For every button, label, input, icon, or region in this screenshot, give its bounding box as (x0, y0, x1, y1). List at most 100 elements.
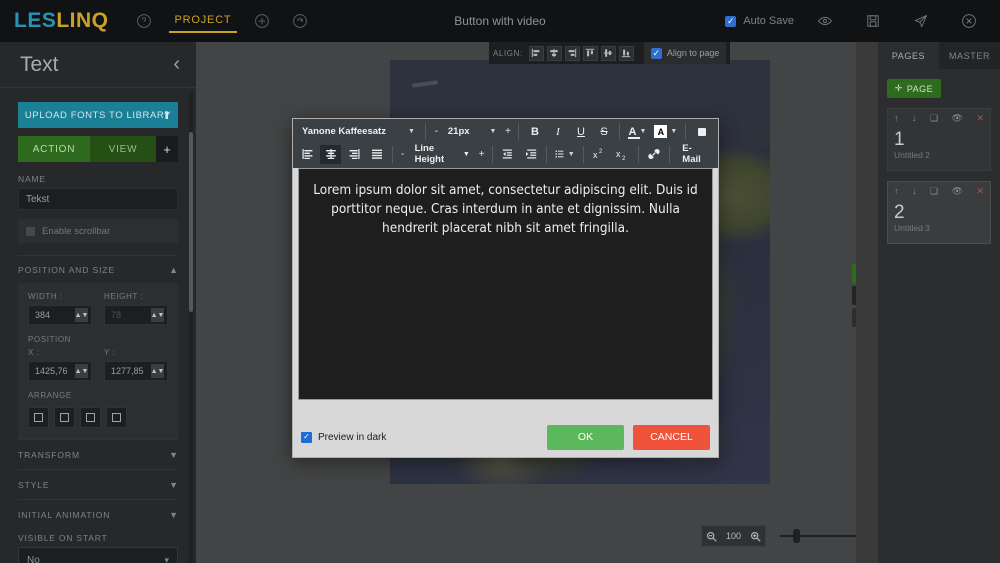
bullet-list-button[interactable]: ▼ (552, 145, 577, 164)
indent-decrease-button[interactable] (497, 145, 518, 164)
preview-in-dark-checkbox[interactable]: ✓ (301, 431, 312, 443)
bold-button[interactable]: B (524, 122, 545, 141)
move-up-icon[interactable]: ↑ (894, 114, 899, 123)
duplicate-icon[interactable]: ❏ (930, 187, 938, 196)
indent-increase-button[interactable] (520, 145, 541, 164)
enable-scrollbar-toggle[interactable]: Enable scrollbar (18, 219, 178, 243)
style-section-header[interactable]: STYLE ▼ (18, 469, 178, 499)
align-center-vertical-icon[interactable] (600, 45, 616, 61)
enable-scrollbar-checkbox[interactable] (26, 226, 35, 236)
align-left-icon[interactable] (528, 45, 544, 61)
line-height-decrease-button[interactable]: - (398, 149, 408, 160)
subscript-button[interactable]: x2 (612, 145, 633, 164)
ok-button[interactable]: OK (547, 424, 624, 450)
font-size-select[interactable]: 21px ▼ (445, 126, 500, 137)
visibility-icon[interactable]: 👁 (952, 187, 963, 196)
close-icon[interactable] (952, 4, 986, 38)
y-stepper-icon[interactable]: ▲▼ (151, 364, 164, 378)
send-backward-icon[interactable] (80, 407, 101, 428)
underline-button[interactable]: U (570, 122, 591, 141)
refresh-icon[interactable] (283, 4, 317, 38)
move-down-icon[interactable]: ↓ (912, 187, 917, 196)
bring-to-front-icon[interactable] (28, 407, 49, 428)
duplicate-icon[interactable]: ❏ (930, 114, 938, 123)
font-size-decrease-button[interactable]: - (431, 126, 442, 137)
visibility-icon[interactable]: 👁 (952, 114, 963, 123)
align-bottom-icon[interactable] (618, 45, 634, 61)
initial-animation-section-header[interactable]: INITIAL ANIMATION ▼ (18, 499, 178, 529)
add-icon[interactable] (245, 4, 279, 38)
position-y-input[interactable]: 1277,85 ▲▼ (104, 361, 168, 381)
name-input[interactable]: Tekst (18, 188, 178, 210)
transform-section-header[interactable]: TRANSFORM ▼ (18, 439, 178, 469)
email-button[interactable]: E-Mail (675, 143, 714, 165)
align-center-button[interactable] (320, 144, 341, 164)
line-height-increase-button[interactable]: + (477, 149, 487, 160)
page-card[interactable]: ↑ ↓ ❏ 👁 ✕ 1 Untitled 2 (887, 108, 991, 171)
superscript-button[interactable]: x2 (589, 145, 610, 164)
auto-save-checkbox[interactable]: ✓ (725, 15, 737, 27)
auto-save-toggle[interactable]: ✓ Auto Save (725, 15, 794, 27)
width-input[interactable]: 384 ▲▼ (28, 305, 92, 325)
clear-format-icon[interactable] (691, 122, 712, 141)
highlight-color-button[interactable]: A ▼ (651, 122, 680, 141)
x-stepper-icon[interactable]: ▲▼ (75, 364, 88, 378)
align-to-page-checkbox[interactable]: ✓ (650, 47, 662, 59)
app-logo[interactable]: LESLINQ (14, 9, 109, 33)
tab-pages[interactable]: PAGES (878, 42, 939, 69)
help-icon[interactable] (127, 4, 161, 38)
zoom-slider-handle[interactable] (793, 529, 801, 543)
action-button[interactable]: ACTION (18, 136, 90, 162)
zoom-out-icon[interactable] (702, 526, 721, 546)
align-left-button[interactable] (297, 145, 318, 164)
delete-icon[interactable]: ✕ (976, 114, 984, 123)
preview-in-dark-toggle[interactable]: ✓ Preview in dark (301, 431, 386, 443)
strikethrough-button[interactable]: S (593, 122, 614, 141)
svg-text:x: x (593, 150, 598, 160)
delete-icon[interactable]: ✕ (976, 187, 984, 196)
collapse-panel-icon[interactable]: ‹ (173, 53, 180, 76)
height-input[interactable]: 78 ▲▼ (104, 305, 168, 325)
tab-master[interactable]: MASTER (939, 42, 1000, 69)
zoom-in-icon[interactable] (746, 526, 765, 546)
send-to-back-icon[interactable] (106, 407, 127, 428)
save-icon[interactable] (856, 4, 890, 38)
align-right-icon[interactable] (564, 45, 580, 61)
tab-project[interactable]: PROJECT (168, 10, 238, 33)
side-tab-assets-icon[interactable]: ✖ (852, 264, 856, 283)
position-size-header[interactable]: POSITION AND SIZE ▲ (18, 265, 178, 275)
zoom-value[interactable]: 100 (721, 531, 746, 541)
rich-text-editor[interactable]: Lorem ipsum dolor sit amet, consectetur … (298, 168, 713, 400)
move-up-icon[interactable]: ↑ (894, 187, 899, 196)
align-right-button[interactable] (343, 145, 364, 164)
italic-button[interactable]: I (547, 122, 568, 141)
side-tab-expand-icon[interactable]: › (852, 286, 856, 305)
align-top-icon[interactable] (582, 45, 598, 61)
cancel-button[interactable]: CANCEL (633, 424, 710, 450)
align-justify-button[interactable] (366, 145, 387, 164)
position-x-input[interactable]: 1425,76 ▲▼ (28, 361, 92, 381)
visible-on-start-select[interactable]: No ▾ (18, 547, 178, 563)
text-editor-dialog[interactable]: Yanone Kaffeesatz ▼ - 21px ▼ + B I U S A… (292, 118, 719, 458)
add-page-button[interactable]: ✛ PAGE (887, 79, 941, 98)
zoom-slider[interactable] (780, 526, 856, 546)
text-color-button[interactable]: A ▼ (625, 122, 649, 141)
link-button[interactable] (643, 145, 664, 164)
line-height-select[interactable]: Line Height ▼ (410, 143, 475, 165)
align-to-page-toggle[interactable]: ✓ Align to page (643, 42, 727, 64)
move-down-icon[interactable]: ↓ (912, 114, 917, 123)
font-family-select[interactable]: Yanone Kaffeesatz ▼ (297, 122, 420, 141)
upload-fonts-button[interactable]: UPLOAD FONTS TO LIBRARY ⬆ (18, 102, 178, 128)
publish-icon[interactable] (904, 4, 938, 38)
side-tab-layers-icon[interactable]: ▤ (852, 308, 856, 327)
font-size-increase-button[interactable]: + (502, 126, 513, 137)
add-action-button[interactable]: + (156, 136, 178, 162)
page-card[interactable]: ↑ ↓ ❏ 👁 ✕ 2 Untitled 3 (887, 181, 991, 244)
preview-eye-icon[interactable] (808, 4, 842, 38)
view-button[interactable]: VIEW (90, 136, 156, 162)
bring-forward-icon[interactable] (54, 407, 75, 428)
height-stepper-icon[interactable]: ▲▼ (151, 308, 164, 322)
width-stepper-icon[interactable]: ▲▼ (75, 308, 88, 322)
align-center-horizontal-icon[interactable] (546, 45, 562, 61)
left-panel-scrollbar-thumb[interactable] (189, 132, 193, 312)
